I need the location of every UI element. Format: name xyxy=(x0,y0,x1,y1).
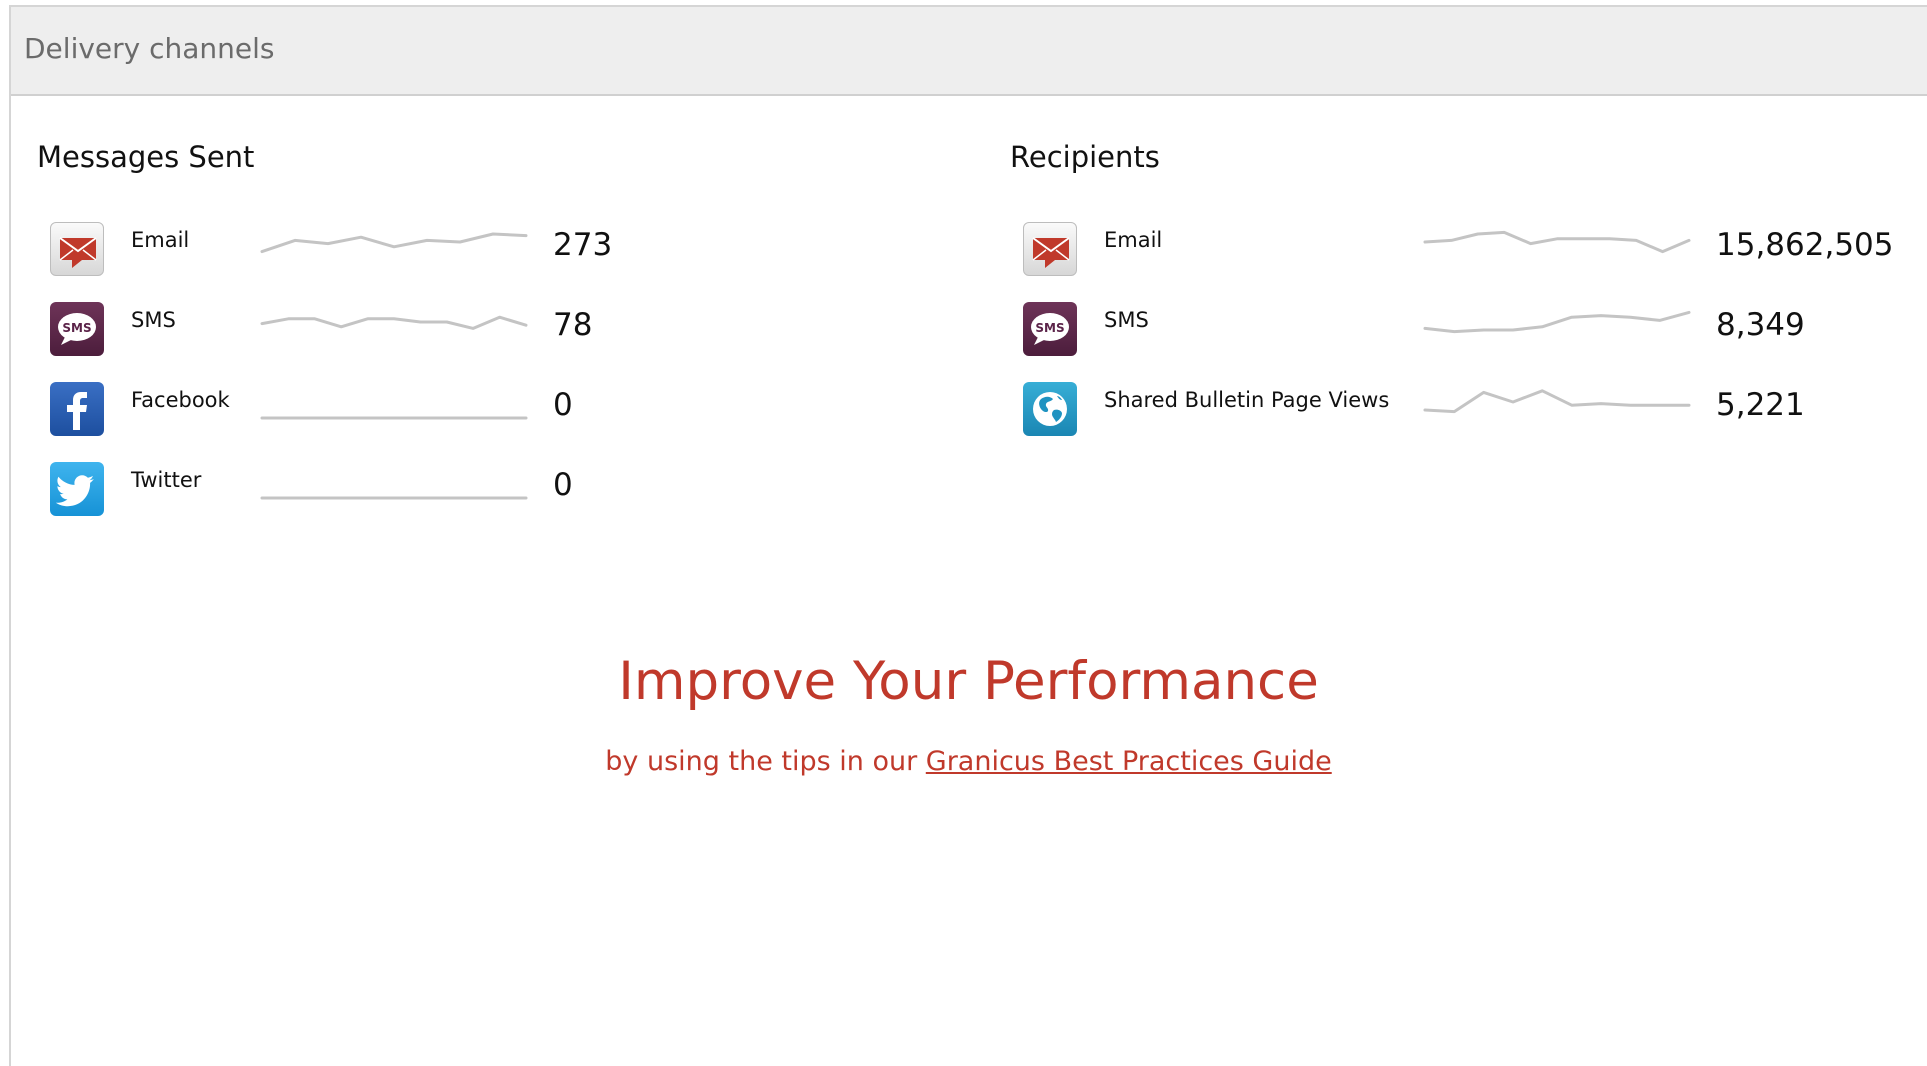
recipients-row-sms: SMS SMS 8,349 xyxy=(1023,302,1903,358)
row-label: Twitter xyxy=(131,468,202,492)
sparkline-line xyxy=(1423,230,1691,254)
sparkline xyxy=(260,232,528,254)
row-value: 78 xyxy=(553,307,593,343)
sparkline xyxy=(1423,389,1691,414)
row-label: SMS xyxy=(1104,308,1149,332)
row-label: Email xyxy=(1104,228,1163,252)
panel-title: Delivery channels xyxy=(24,32,275,65)
sms-icon: SMS xyxy=(50,302,104,356)
row-value: 0 xyxy=(553,387,573,423)
messages-sent-title: Messages Sent xyxy=(37,140,255,174)
promo-lead-text: by using the tips in our xyxy=(605,746,926,777)
best-practices-guide-link[interactable]: Granicus Best Practices Guide xyxy=(926,746,1332,777)
delivery-channels-panel: Delivery channels xyxy=(9,5,1927,1066)
recipients-row-bulletin-views: Shared Bulletin Page Views 5,221 xyxy=(1023,382,1903,438)
recipients-row-email: Email 15,862,505 xyxy=(1023,222,1903,278)
row-label: SMS xyxy=(131,308,176,332)
sparkline xyxy=(260,315,528,330)
row-label: Shared Bulletin Page Views xyxy=(1104,388,1390,412)
messages-row-facebook: Facebook 0 xyxy=(50,382,650,438)
row-value: 8,349 xyxy=(1716,307,1805,343)
sparkline xyxy=(260,496,528,500)
globe-icon xyxy=(1023,382,1077,436)
sparkline-line xyxy=(1423,389,1691,414)
sparkline-line xyxy=(1423,310,1691,334)
facebook-icon xyxy=(50,382,104,436)
email-icon xyxy=(50,222,104,276)
svg-text:SMS: SMS xyxy=(62,321,91,335)
row-label: Facebook xyxy=(131,388,230,412)
sparkline-line xyxy=(260,232,528,254)
twitter-icon xyxy=(50,462,104,516)
messages-row-twitter: Twitter 0 xyxy=(50,462,650,518)
row-value: 15,862,505 xyxy=(1716,227,1894,263)
email-icon xyxy=(1023,222,1077,276)
sms-icon: SMS xyxy=(1023,302,1077,356)
svg-text:SMS: SMS xyxy=(1035,321,1064,335)
messages-row-sms: SMS SMS 78 xyxy=(50,302,650,358)
sparkline xyxy=(260,416,528,420)
promo-subtitle: by using the tips in our Granicus Best P… xyxy=(0,748,1927,775)
sparkline-line xyxy=(260,315,528,330)
panel-header: Delivery channels xyxy=(11,7,1927,96)
row-value: 273 xyxy=(553,227,613,263)
row-label: Email xyxy=(131,228,190,252)
row-value: 0 xyxy=(553,467,573,503)
row-value: 5,221 xyxy=(1716,387,1805,423)
sparkline xyxy=(1423,230,1691,254)
promo-title: Improve Your Performance xyxy=(618,651,1319,712)
messages-row-email: Email 273 xyxy=(50,222,650,278)
recipients-title: Recipients xyxy=(1010,140,1160,174)
sparkline xyxy=(1423,310,1691,334)
